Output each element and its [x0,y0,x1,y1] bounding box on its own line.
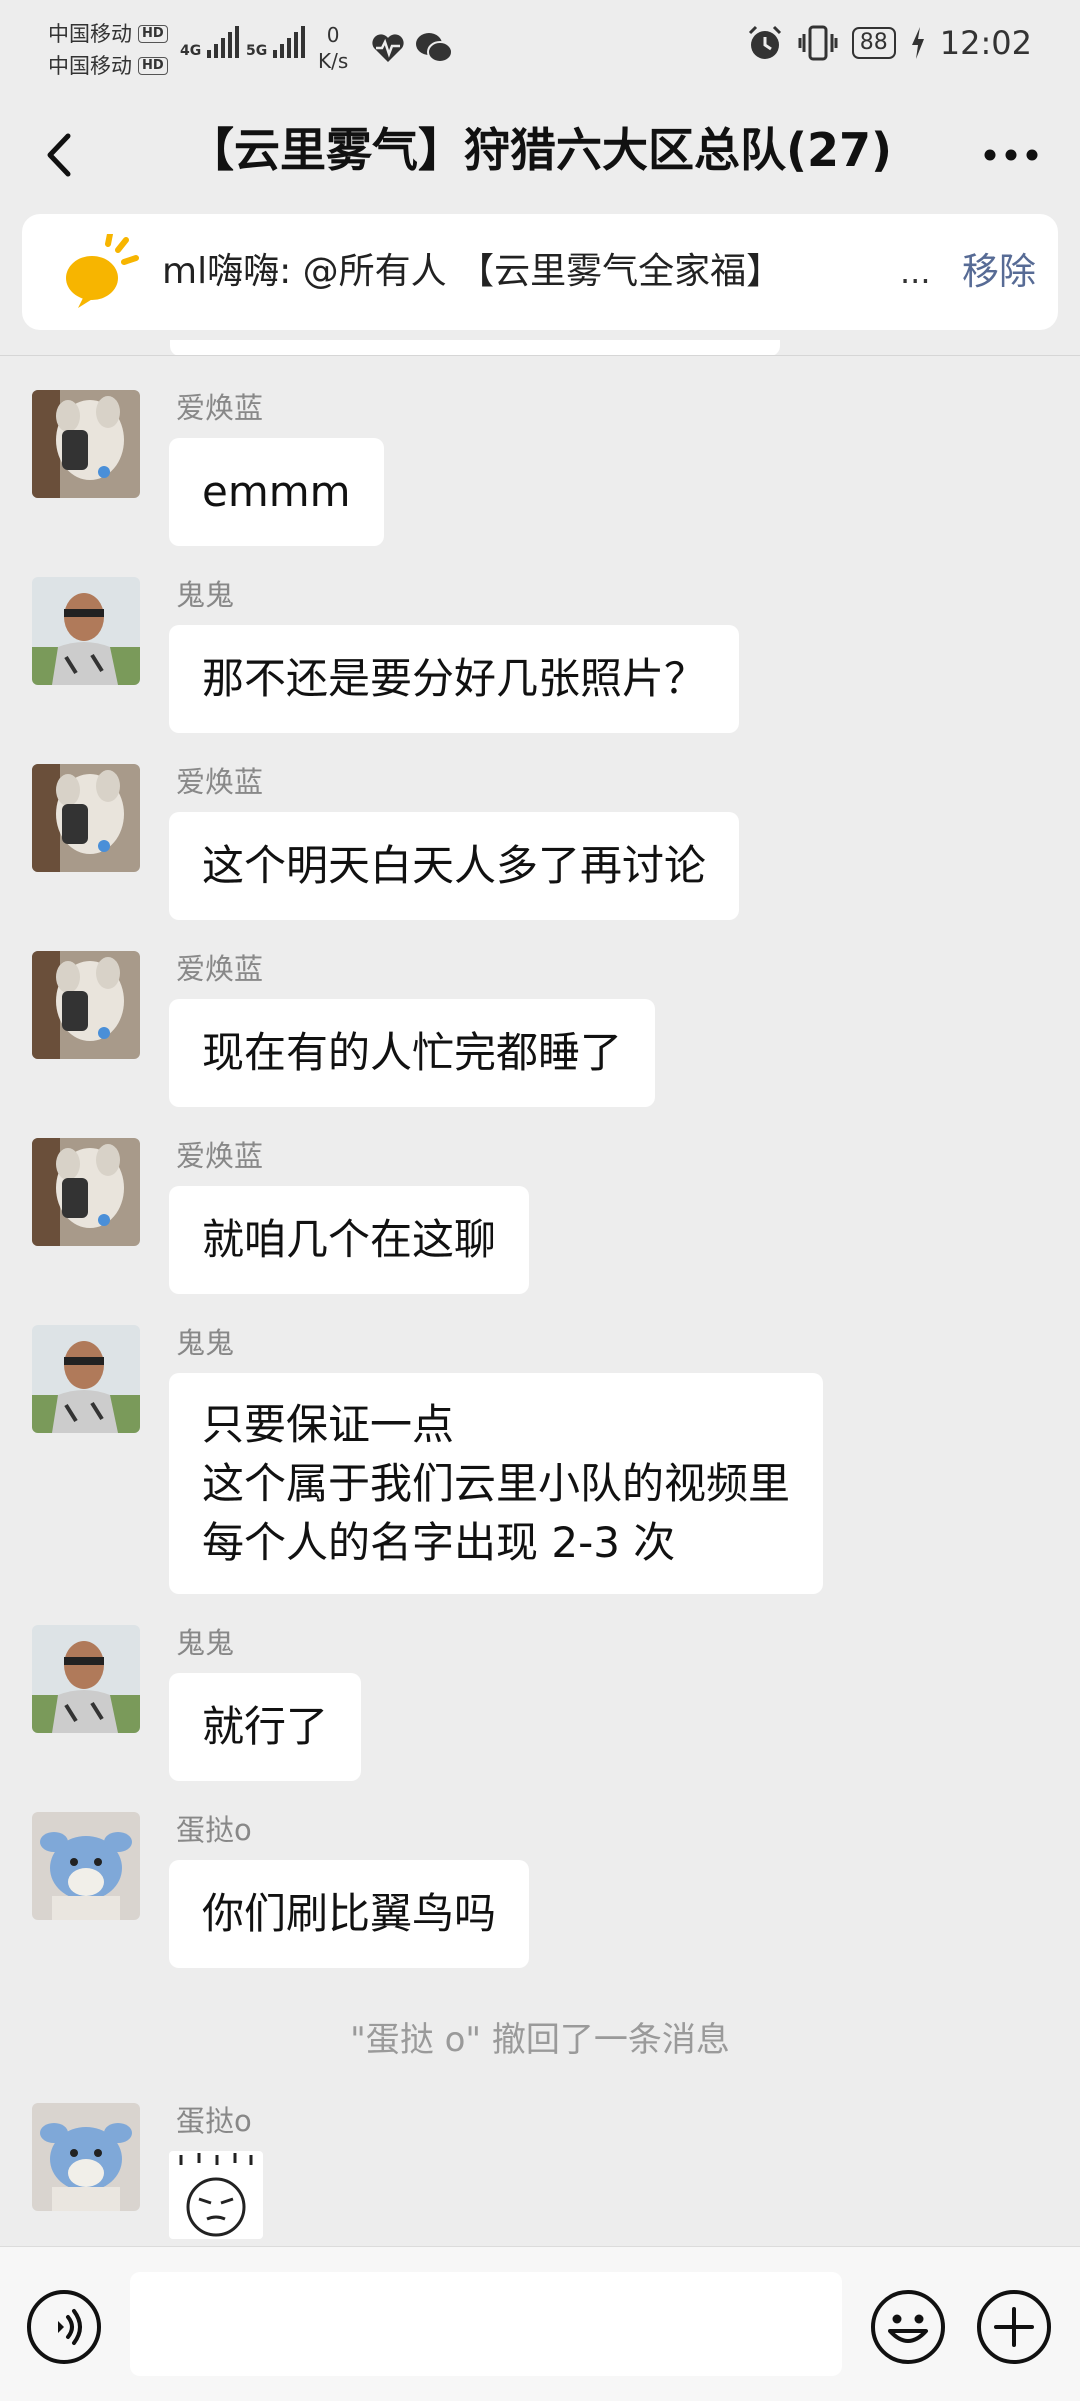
charging-icon [911,27,924,59]
plus-button[interactable] [976,2289,1052,2365]
sweating-face-sticker[interactable] [169,2151,263,2239]
emoji-button[interactable] [870,2289,946,2365]
recall-notice: "蛋挞 o" 撤回了一条消息 [350,2020,730,2060]
network-type-label: 5G [246,43,268,59]
notice-text: ml嗨嗨: @所有人 【云里雾气全家福】 [162,251,783,292]
status-bar: 中国移动 HD 中国移动 HD 4G 5G 0 K/s 88 12:02 [0,0,1080,100]
voice-button[interactable] [26,2289,102,2365]
truncated-bubble [170,340,780,356]
message-text: 这个明天白天人多了再讨论 [202,841,707,890]
more-button[interactable] [966,120,1056,190]
message-bubble[interactable]: 就咱几个在这聊 [169,1186,530,1294]
megaphone-icon [66,234,139,308]
person-photo-avatar[interactable] [32,1325,140,1433]
message-bubble[interactable]: 你们刷比翼鸟吗 [169,1860,530,1968]
blue-plush-avatar[interactable] [32,2103,140,2211]
status-right-group: 88 12:02 [746,24,1032,62]
message-bubble[interactable]: emmm [169,438,384,546]
message-text-line: 只要保证一点 [202,1400,455,1449]
carrier-2-label: 中国移动 [48,54,132,78]
network-type-label: 4G [180,43,202,59]
message-bubble[interactable]: 现在有的人忙完都睡了 [169,999,656,1107]
chevron-left-icon [47,133,71,177]
notice-ellipsis: ... [900,253,931,291]
voice-icon [27,2290,101,2364]
plush-toy-avatar[interactable] [32,764,140,872]
hd-badge: HD [138,57,168,75]
battery-indicator: 88 [851,27,896,59]
speed-value: 0 [326,23,340,47]
signal-bars-icon [207,26,240,58]
person-photo-avatar[interactable] [32,577,140,685]
message-bubble[interactable]: 这个明天白天人多了再讨论 [169,812,740,920]
back-button[interactable] [28,120,98,190]
chat-title: 【云里雾气】狩猎六大区总队(27) [187,123,893,177]
hd-badge: HD [138,25,168,43]
remove-notice-button[interactable]: 移除 [962,214,1036,330]
clock: 12:02 [939,24,1032,62]
blue-plush-avatar[interactable] [32,1812,140,1920]
message-text: 就咱几个在这聊 [202,1215,497,1264]
wechat-icon [416,33,453,63]
message-bubble[interactable]: 那不还是要分好几张照片？ [169,625,740,733]
speed-unit: K/s [318,49,349,73]
sender-name: 鬼鬼 [176,1626,235,1660]
message-text: 现在有的人忙完都睡了 [202,1028,623,1077]
message-bubble[interactable]: 就行了 [169,1673,362,1781]
signal-5g: 5G [246,26,306,59]
heartbeat-icon [372,34,404,62]
signal-bars-icon [273,26,306,58]
sender-name: 爱焕蓝 [176,765,264,799]
vibrate-icon [798,25,838,61]
sender-name: 爱焕蓝 [176,391,264,425]
carrier-info: 中国移动 HD 中国移动 HD [48,18,168,82]
plush-toy-avatar[interactable] [32,951,140,1059]
network-speed: 0 K/s [318,22,348,74]
signal-4g: 4G [180,26,240,59]
alarm-icon [748,25,781,59]
person-photo-avatar[interactable] [32,1625,140,1733]
plush-toy-avatar[interactable] [32,390,140,498]
message-bubble[interactable]: 只要保证一点 这个属于我们云里小队的视频里 每个人的名字出现 2-3 次 [169,1373,824,1594]
message-text: 你们刷比翼鸟吗 [202,1889,497,1938]
message-text-line: 每个人的名字出现 2-3 次 [202,1518,676,1567]
sender-name: 蛋挞o [176,2104,252,2138]
input-bar [0,2246,1080,2401]
message-text: emmm [202,467,351,516]
sender-name: 爱焕蓝 [176,952,264,986]
more-dots-icon [984,149,1038,161]
pinned-notice[interactable]: ml嗨嗨: @所有人 【云里雾气全家福】 ... 移除 [22,214,1058,330]
message-text-line: 这个属于我们云里小队的视频里 [202,1459,791,1508]
divider [0,355,1080,356]
message-text: 那不还是要分好几张照片？ [202,654,707,703]
sender-name: 爱焕蓝 [176,1139,264,1173]
sender-name: 鬼鬼 [176,1326,235,1360]
sender-name: 鬼鬼 [176,578,235,612]
chat-header: 【云里雾气】狩猎六大区总队(27) [0,100,1080,210]
message-text: 就行了 [202,1702,329,1751]
plus-icon [977,2290,1051,2364]
emoji-icon [871,2290,945,2364]
plush-toy-avatar[interactable] [32,1138,140,1246]
carrier-1-label: 中国移动 [48,22,132,46]
sender-name: 蛋挞o [176,1813,252,1847]
message-input[interactable] [130,2272,842,2376]
